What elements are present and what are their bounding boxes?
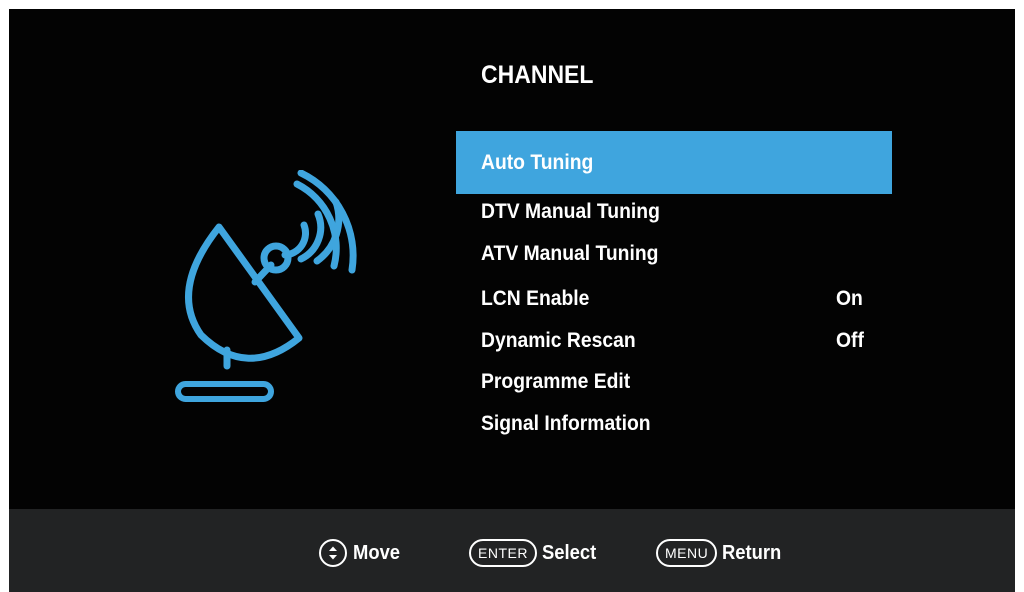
menu-item-label: Dynamic Rescan: [481, 329, 636, 352]
return-label: Return: [722, 541, 782, 564]
menu-item-label: LCN Enable: [481, 287, 590, 310]
select-label: Select: [541, 541, 597, 564]
dynamic-rescan-value: Off: [836, 329, 864, 352]
menu-item-auto-tuning[interactable]: Auto Tuning: [456, 131, 892, 194]
menu-item-dynamic-rescan[interactable]: Dynamic Rescan Off: [456, 320, 892, 362]
menu-key-badge: MENU: [656, 539, 718, 567]
menu-item-label: ATV Manual Tuning: [481, 242, 659, 265]
menu-title: CHANNEL: [481, 61, 594, 89]
move-label: Move: [353, 541, 401, 564]
menu-item-atv-manual-tuning[interactable]: ATV Manual Tuning: [456, 233, 892, 275]
select-hint: ENTER Select: [469, 538, 601, 568]
menu-item-programme-edit[interactable]: Programme Edit: [456, 361, 892, 403]
menu-item-label: DTV Manual Tuning: [481, 200, 660, 223]
menu-item-label: Signal Information: [481, 412, 651, 435]
menu-item-signal-information[interactable]: Signal Information: [456, 403, 892, 445]
satellite-dish-icon: [175, 170, 357, 402]
menu-item-label: Programme Edit: [481, 370, 631, 393]
move-hint: Move: [319, 538, 404, 568]
return-hint: MENU Return: [656, 538, 787, 568]
tv-screen: CHANNEL Auto Tuning DTV Manual Tuning AT…: [9, 9, 1015, 592]
enter-key-badge: ENTER: [469, 539, 537, 567]
lcn-enable-value: On: [836, 287, 863, 310]
footer-hint-bar: Move ENTER Select MENU Return: [9, 509, 1015, 592]
channel-menu-panel: CHANNEL Auto Tuning DTV Manual Tuning AT…: [9, 9, 1015, 509]
menu-item-lcn-enable[interactable]: LCN Enable On: [456, 278, 892, 320]
menu-item-dtv-manual-tuning[interactable]: DTV Manual Tuning: [456, 191, 892, 233]
menu-item-label: Auto Tuning: [481, 150, 594, 174]
up-down-arrows-icon: [319, 539, 347, 567]
